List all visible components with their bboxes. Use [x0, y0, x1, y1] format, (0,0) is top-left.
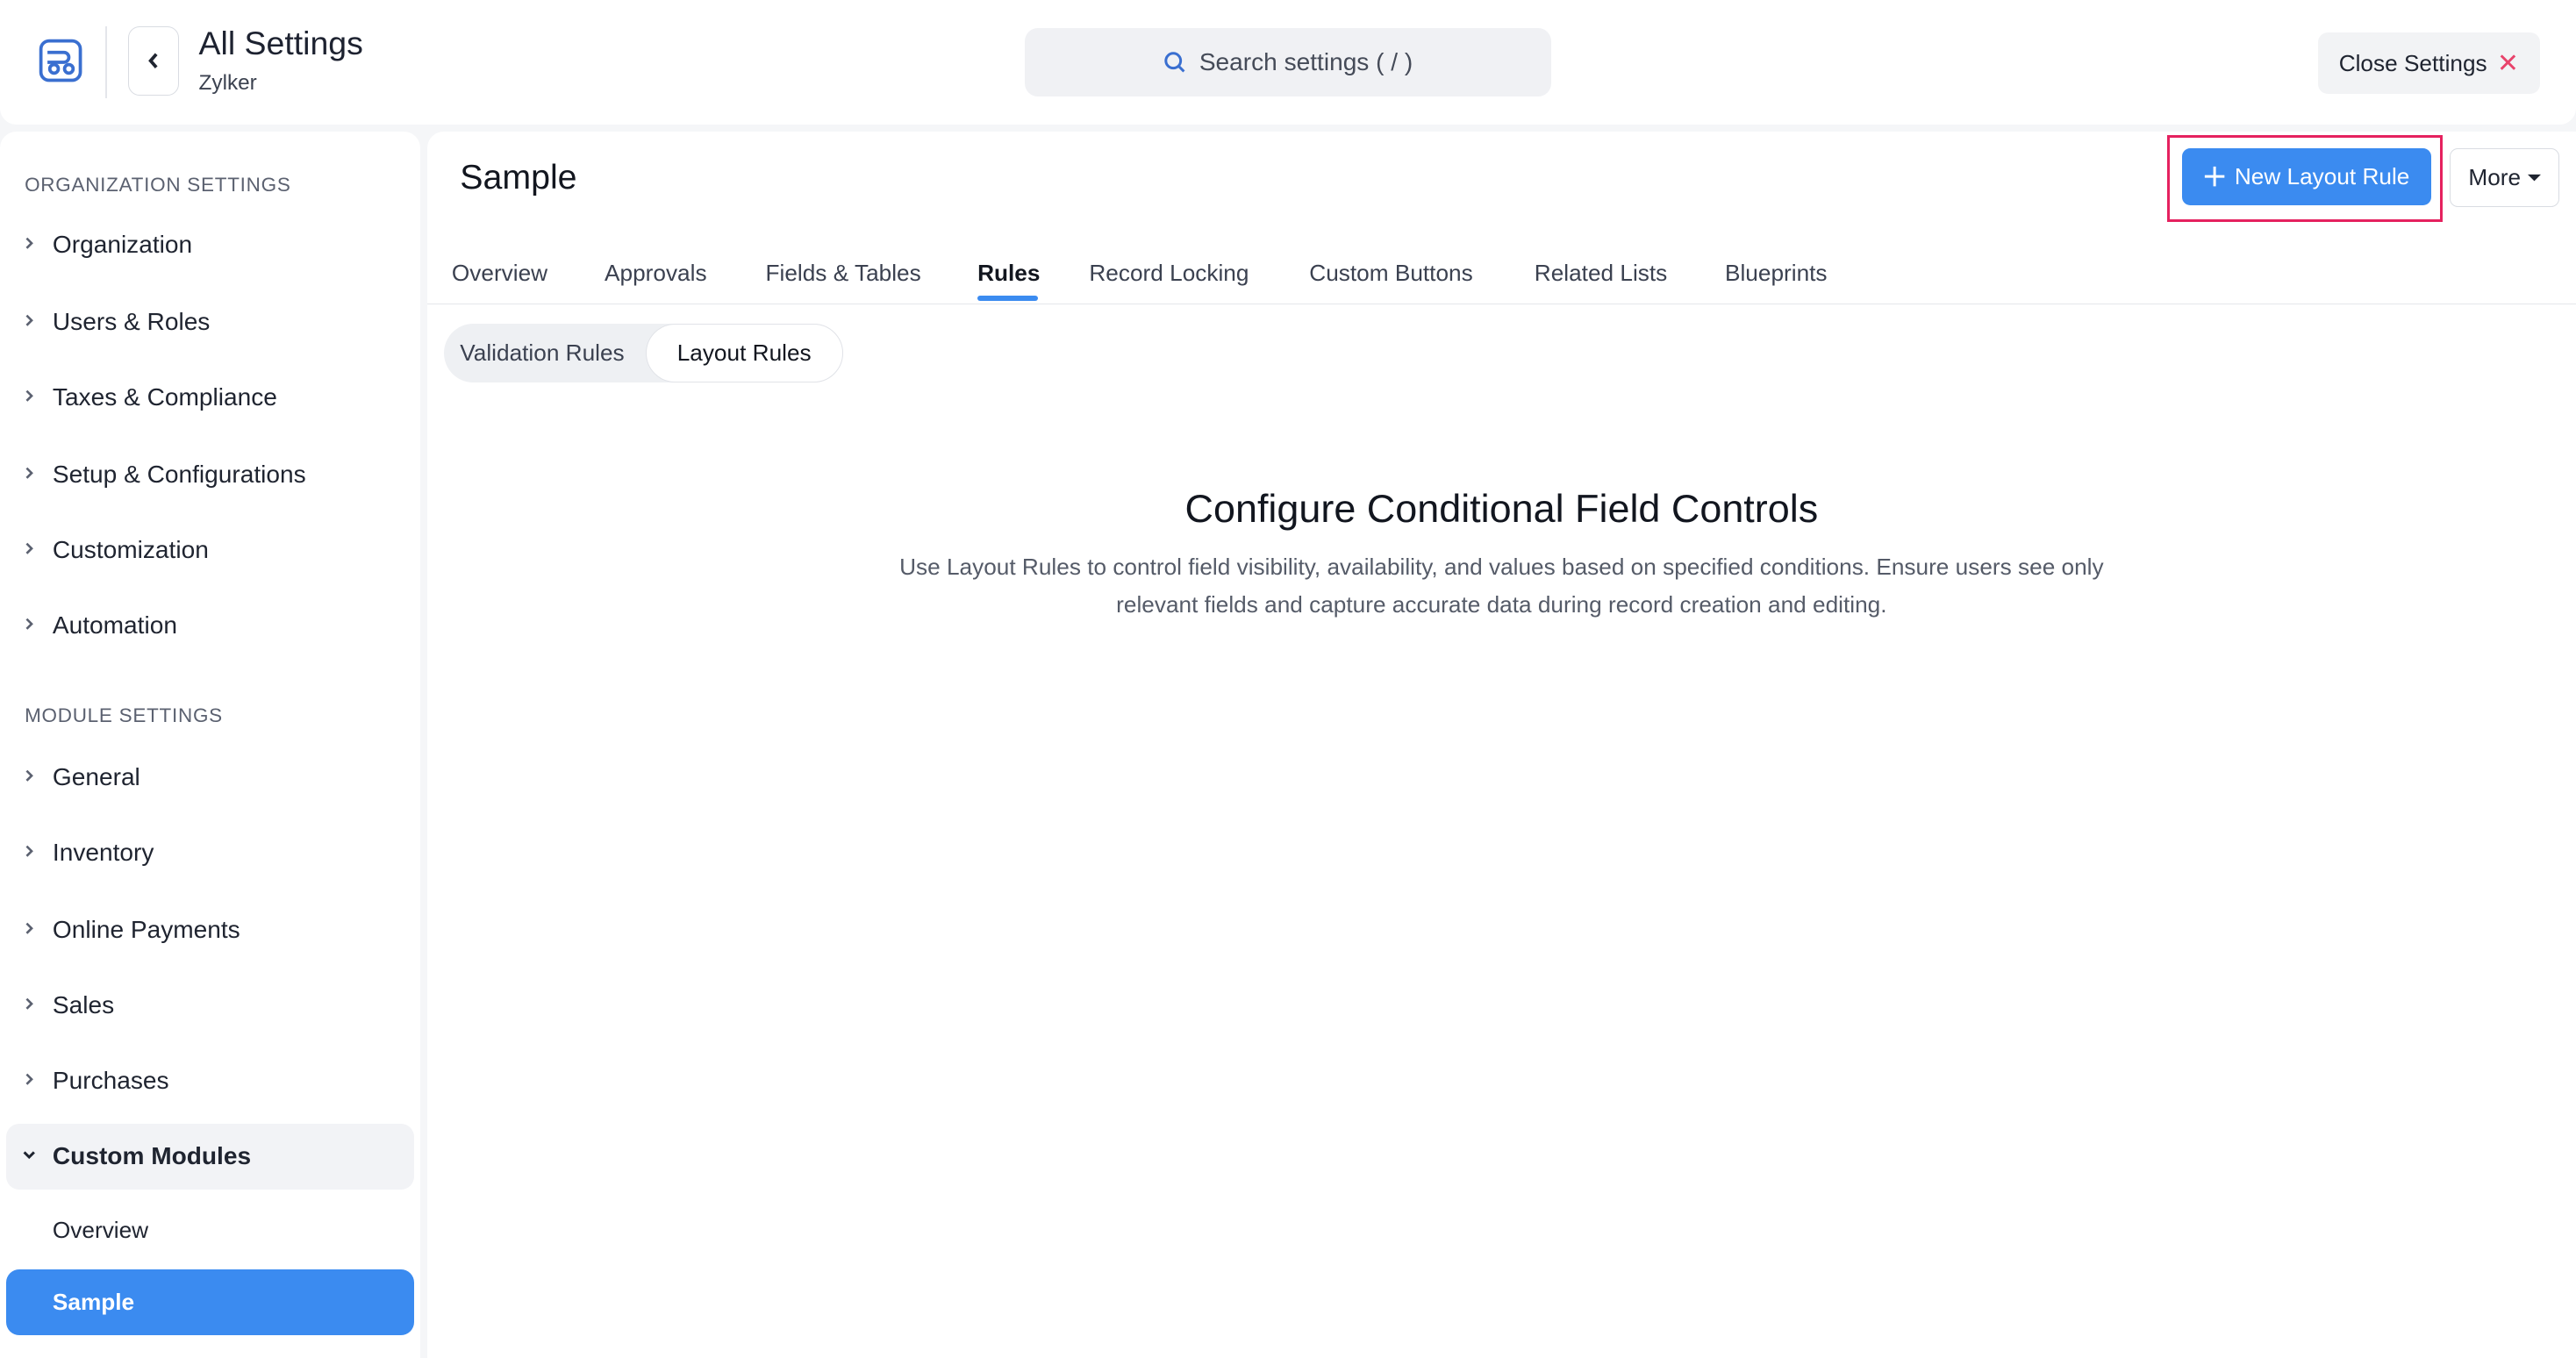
chevron-right-icon [25, 542, 34, 554]
close-settings-button[interactable]: Close Settings ✕ [2317, 32, 2540, 94]
empty-state-description: Use Layout Rules to control field visibi… [899, 554, 2104, 618]
chevron-right-icon [25, 922, 34, 934]
tab-fields-tables[interactable]: Fields & Tables [766, 260, 921, 287]
segment-layout-rules[interactable]: Layout Rules [645, 323, 843, 383]
sidebar-item-label: Sample [52, 1289, 135, 1316]
sidebar-item-organization[interactable]: Organization [6, 212, 413, 278]
caret-down-icon [2527, 174, 2541, 181]
sidebar-item-automation[interactable]: Automation [6, 593, 413, 659]
top-bar: All Settings Zylker Search settings ( / … [0, 0, 2576, 125]
sidebar-item-label: Custom Modules [52, 1142, 252, 1170]
chevron-right-icon [25, 618, 34, 631]
rules-segmented-control: Validation Rules Layout Rules [443, 323, 843, 383]
close-x-icon: ✕ [2496, 48, 2519, 78]
chevron-right-icon [25, 997, 34, 1010]
header-divider [104, 25, 107, 99]
sidebar-item-setup-configurations[interactable]: Setup & Configurations [6, 442, 413, 508]
sidebar-item-label: Overview [52, 1216, 149, 1243]
sidebar-item-label: Organization [52, 230, 193, 258]
sidebar-item-label: Online Payments [52, 915, 240, 943]
chevron-right-icon [25, 769, 34, 782]
sidebar-item-sales[interactable]: Sales [6, 972, 413, 1038]
back-button[interactable] [128, 25, 180, 96]
segment-validation-rules[interactable]: Validation Rules [460, 324, 624, 382]
search-icon [1163, 52, 1185, 73]
sidebar-item-label: Customization [52, 536, 209, 564]
sidebar-item-custom-modules[interactable]: Custom Modules [6, 1123, 414, 1190]
sidebar-item-label: Users & Roles [52, 307, 211, 335]
sidebar-item-label: Inventory [52, 838, 154, 866]
plus-icon [2205, 167, 2225, 187]
module-section-title: MODULE SETTINGS [25, 704, 223, 727]
chevron-left-icon [147, 53, 158, 68]
tab-approvals[interactable]: Approvals [605, 260, 707, 287]
sidebar-item-label: General [52, 762, 140, 790]
chevron-right-icon [25, 314, 34, 326]
sidebar-item-label: Setup & Configurations [52, 461, 306, 489]
sidebar-item-users-roles[interactable]: Users & Roles [6, 289, 413, 355]
tab-overview[interactable]: Overview [452, 260, 547, 287]
sidebar-subitem-sample[interactable]: Sample [6, 1269, 414, 1336]
sidebar-item-label: Purchases [52, 1067, 169, 1095]
tab-rules[interactable]: Rules [977, 260, 1040, 287]
chevron-down-icon [24, 1151, 36, 1160]
search-input[interactable]: Search settings ( / ) [1025, 27, 1551, 97]
chevron-right-icon [25, 237, 34, 249]
sidebar-item-inventory[interactable]: Inventory [6, 819, 413, 885]
sidebar-item-label: Taxes & Compliance [52, 383, 277, 411]
sidebar-item-online-payments[interactable]: Online Payments [6, 897, 413, 962]
more-label: More [2468, 163, 2522, 190]
new-layout-rule-label: New Layout Rule [2234, 162, 2410, 189]
chevron-right-icon [25, 845, 34, 857]
org-section-title: ORGANIZATION SETTINGS [25, 174, 291, 197]
settings-title: All Settings [198, 25, 363, 62]
tab-related-lists[interactable]: Related Lists [1535, 260, 1667, 287]
sidebar-item-customization[interactable]: Customization [6, 518, 413, 583]
organization-name: Zylker [198, 70, 257, 95]
tab-blueprints[interactable]: Blueprints [1725, 260, 1828, 287]
sidebar-subitem-overview[interactable]: Overview [6, 1197, 413, 1263]
active-tab-indicator [977, 296, 1039, 301]
new-layout-rule-button[interactable]: New Layout Rule [2181, 147, 2432, 206]
tab-custom-buttons[interactable]: Custom Buttons [1309, 260, 1472, 287]
tab-record-locking[interactable]: Record Locking [1089, 260, 1249, 287]
sidebar-item-purchases[interactable]: Purchases [6, 1048, 413, 1114]
search-placeholder: Search settings ( / ) [1199, 48, 1413, 76]
empty-state-title: Configure Conditional Field Controls [1184, 486, 1819, 532]
module-tabs: Overview Approvals Fields & Tables Rules… [426, 239, 2576, 305]
sidebar-item-general[interactable]: General [6, 744, 413, 810]
chevron-right-icon [25, 390, 34, 402]
sidebar-item-label: Automation [52, 611, 177, 640]
close-settings-label: Close Settings [2338, 49, 2487, 76]
more-button[interactable]: More [2449, 147, 2560, 207]
sidebar-item-taxes-compliance[interactable]: Taxes & Compliance [6, 365, 413, 431]
sidebar-item-label: Sales [52, 990, 115, 1018]
settings-sidebar: ORGANIZATION SETTINGS Organization Users… [0, 131, 421, 1358]
app-logo-icon[interactable] [36, 36, 85, 85]
page-title: Sample [460, 157, 577, 197]
main-panel: Sample New Layout Rule More Overview App… [426, 131, 2576, 1358]
chevron-right-icon [25, 467, 34, 479]
chevron-right-icon [25, 1073, 34, 1085]
